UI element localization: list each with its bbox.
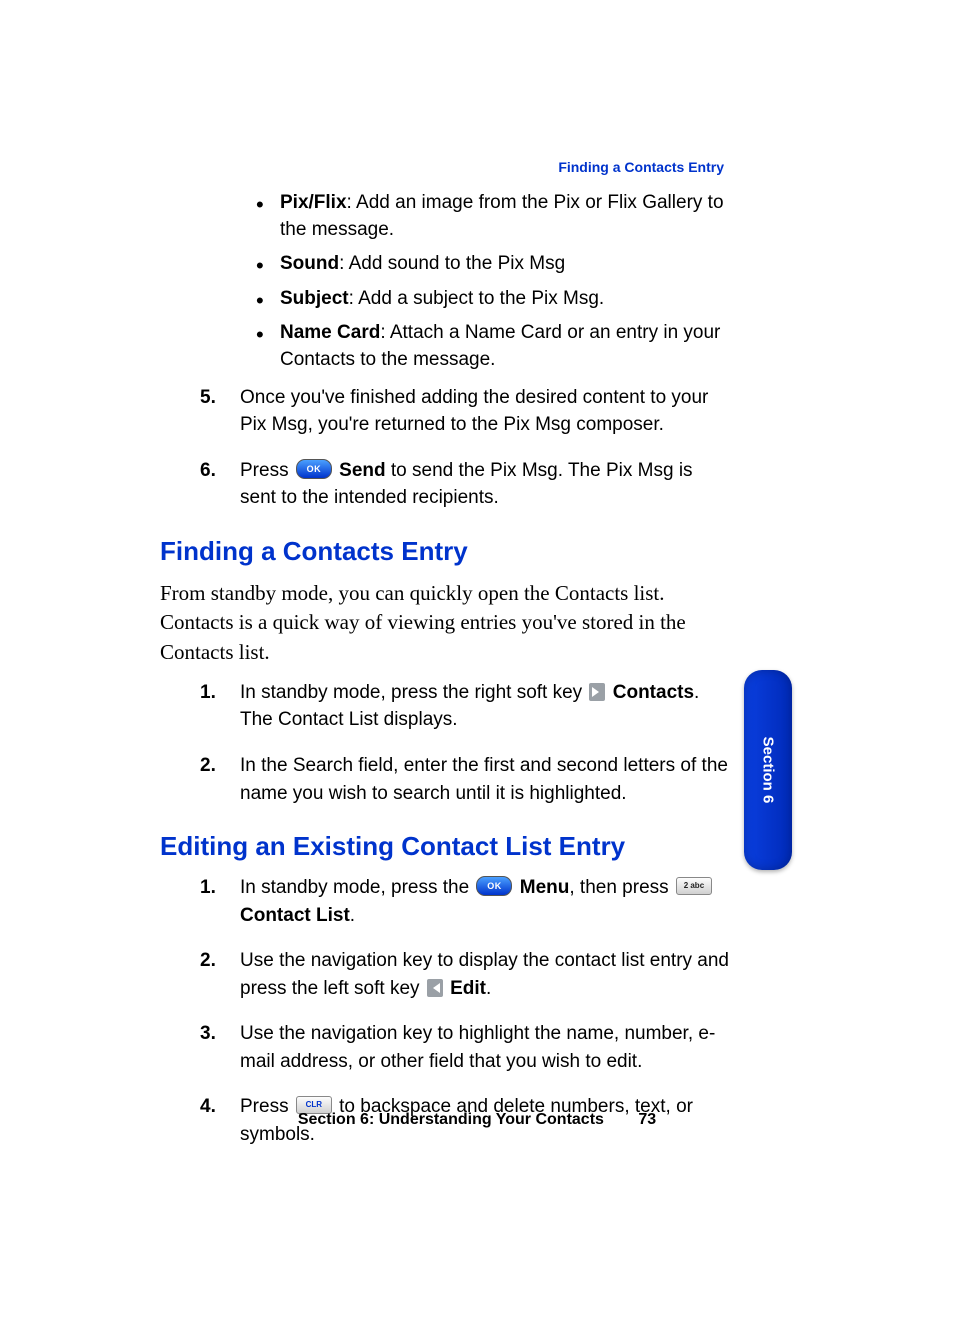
footer-section-title: Section 6: Understanding Your Contacts bbox=[298, 1111, 604, 1128]
option-term: Name Card bbox=[280, 322, 380, 343]
section-thumb-tab: Section 6 bbox=[744, 670, 792, 870]
option-term: Pix/Flix bbox=[280, 192, 347, 213]
finding-steps: In standby mode, press the right soft ke… bbox=[200, 679, 730, 807]
step-item: Use the navigation key to display the co… bbox=[200, 947, 730, 1002]
step-item: Press OK Send to send the Pix Msg. The P… bbox=[200, 457, 730, 512]
step-item: In the Search field, enter the first and… bbox=[200, 752, 730, 807]
key-2abc-icon: 2 abc bbox=[676, 877, 712, 895]
page-footer: Section 6: Understanding Your Contacts 7… bbox=[0, 1111, 954, 1129]
option-term: Sound bbox=[280, 253, 339, 274]
option-item: Subject: Add a subject to the Pix Msg. bbox=[250, 286, 730, 313]
editing-steps: In standby mode, press the OK Menu, then… bbox=[200, 874, 730, 1148]
bold-text: Contact List bbox=[240, 905, 350, 926]
heading-editing: Editing an Existing Contact List Entry bbox=[160, 831, 730, 862]
finding-intro: From standby mode, you can quickly open … bbox=[160, 579, 730, 667]
bold-text: Menu bbox=[520, 877, 570, 898]
right-softkey-icon bbox=[589, 683, 605, 701]
page-number: 73 bbox=[638, 1111, 656, 1129]
running-header: Finding a Contacts Entry bbox=[558, 159, 724, 175]
step-item: In standby mode, press the OK Menu, then… bbox=[200, 874, 730, 929]
bold-text: Contacts bbox=[613, 682, 694, 703]
ok-button-icon: OK bbox=[296, 459, 332, 479]
heading-finding: Finding a Contacts Entry bbox=[160, 536, 730, 567]
page: Finding a Contacts Entry Pix/Flix: Add a… bbox=[0, 0, 954, 1319]
section-thumb-label: Section 6 bbox=[760, 737, 777, 804]
bold-text: Send bbox=[339, 460, 385, 481]
option-desc: : Add a subject to the Pix Msg. bbox=[349, 288, 605, 309]
top-steps: Once you've finished adding the desired … bbox=[200, 384, 730, 512]
option-term: Subject bbox=[280, 288, 349, 309]
option-desc: : Add sound to the Pix Msg bbox=[339, 253, 565, 274]
content-column: Pix/Flix: Add an image from the Pix or F… bbox=[160, 190, 730, 1166]
option-item: Sound: Add sound to the Pix Msg bbox=[250, 251, 730, 278]
left-softkey-icon bbox=[427, 979, 443, 997]
step-item: Once you've finished adding the desired … bbox=[200, 384, 730, 439]
ok-button-icon: OK bbox=[476, 876, 512, 896]
options-list: Pix/Flix: Add an image from the Pix or F… bbox=[250, 190, 730, 374]
option-item: Name Card: Attach a Name Card or an entr… bbox=[250, 320, 730, 373]
step-item: In standby mode, press the right soft ke… bbox=[200, 679, 730, 734]
option-desc: : Add an image from the Pix or Flix Gall… bbox=[280, 192, 724, 240]
bold-text: Edit bbox=[450, 978, 486, 999]
step-item: Use the navigation key to highlight the … bbox=[200, 1020, 730, 1075]
option-item: Pix/Flix: Add an image from the Pix or F… bbox=[250, 190, 730, 243]
